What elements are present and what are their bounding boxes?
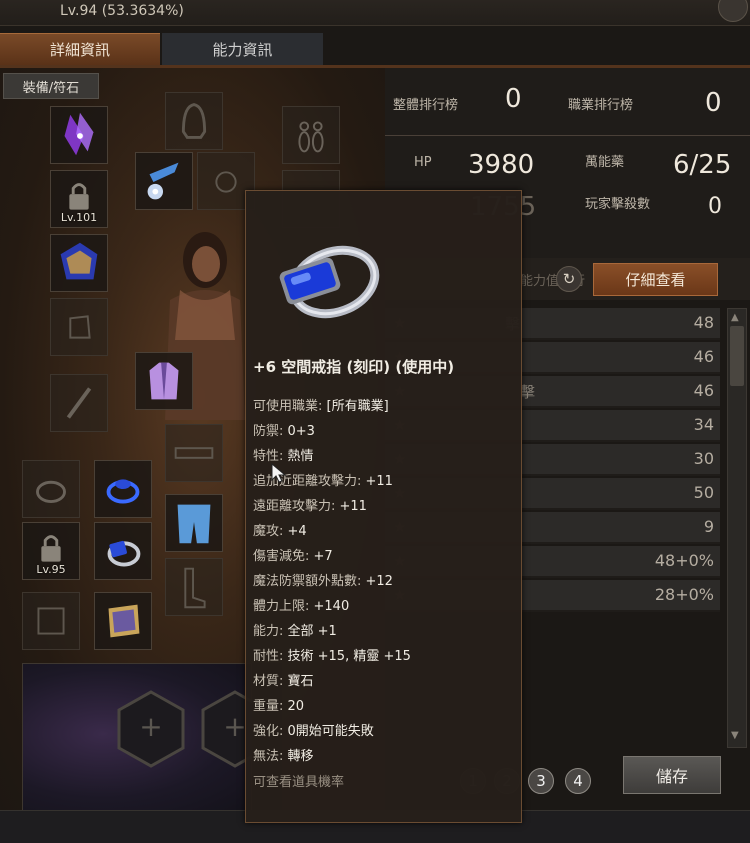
- refresh-icon: ↻: [562, 270, 576, 288]
- tooltip-line: 重量: 20: [253, 699, 305, 714]
- ranking-row-value: 46: [693, 347, 714, 366]
- tooltip-line: 耐性: 技術 +15, 精靈 +15: [253, 649, 411, 664]
- tooltip-line: 可使用職業: [所有職業]: [253, 399, 389, 414]
- tooltip-line: 能力: 全部 +1: [253, 624, 337, 639]
- ring-slot-2[interactable]: [94, 460, 152, 518]
- tooltip-line: 傷害減免: +7: [253, 549, 333, 564]
- earring-slot[interactable]: [50, 106, 108, 164]
- blue-ring-icon: [106, 479, 140, 504]
- equipment-section-label[interactable]: 裝備/符石: [3, 73, 99, 99]
- tooltip-line: 魔攻: +4: [253, 524, 307, 539]
- blue-armor-icon: [60, 242, 98, 280]
- tooltip-line: 材質: 寶石: [253, 674, 314, 689]
- ranking-row-value: 46: [693, 381, 714, 400]
- shirt-slot[interactable]: [135, 352, 193, 410]
- tooltip-line: 防禦: 0+3: [253, 424, 315, 439]
- ranking-row-label: 擊: [520, 383, 536, 401]
- level-text: Lv.94 (53.3634%): [60, 3, 184, 19]
- tooltip-footer: 可查看道具機率: [253, 775, 345, 790]
- pk-value: 0: [708, 194, 722, 219]
- svg-text:+: +: [139, 710, 162, 743]
- elixir-label: 萬能藥: [585, 155, 625, 170]
- earring-slot-2[interactable]: [282, 106, 340, 164]
- gem-sockets: + +: [117, 690, 269, 768]
- belt-slot[interactable]: [165, 424, 223, 482]
- gem-socket-panel: + +: [22, 663, 269, 811]
- glove-slot[interactable]: [50, 298, 108, 356]
- overall-rank-label: 整體排行榜: [393, 98, 459, 113]
- mouse-cursor-icon: [271, 462, 287, 483]
- elixir-value: 6/25: [673, 150, 732, 180]
- dagger-slot[interactable]: [50, 374, 108, 432]
- ranking-row-value: 28+0%: [654, 585, 714, 604]
- pk-label: 玩家擊殺數: [585, 197, 651, 212]
- tooltip-line: 強化: 0開始可能失敗: [253, 724, 374, 739]
- dagger-icon: [66, 387, 92, 419]
- locked-slot-lv101[interactable]: Lv.101: [50, 170, 108, 228]
- tooltip-line: 體力上限: +140: [253, 599, 350, 614]
- tooltip-item-title: +6 空間戒指 (刻印) (使用中): [253, 358, 455, 376]
- glove-icon: [69, 315, 91, 339]
- hp-label: HP: [414, 155, 432, 170]
- rune-slot-1[interactable]: [22, 592, 80, 650]
- armor-slot[interactable]: [50, 234, 108, 292]
- pants-slot[interactable]: [165, 494, 223, 552]
- necklace-icon: [147, 162, 179, 200]
- overall-rank-value: 0: [505, 84, 522, 114]
- helmet-icon: [181, 103, 207, 139]
- class-rank-value: 0: [705, 88, 722, 118]
- earring-outline-icon: [298, 121, 324, 153]
- hp-value: 3980: [468, 150, 535, 180]
- ranking-row-value: 48: [693, 313, 714, 332]
- tooltip-line: 魔法防禦額外點數: +12: [253, 574, 393, 589]
- ranking-row-value: 50: [693, 483, 714, 502]
- ranking-row-value: 9: [703, 517, 714, 536]
- page-3-button[interactable]: 3: [528, 768, 554, 794]
- space-ring-large-icon: [279, 245, 380, 319]
- ranking-row-value: 48+0%: [654, 551, 714, 570]
- slot-level-label: Lv.101: [60, 211, 98, 224]
- svg-text:+: +: [223, 710, 246, 743]
- scroll-up-icon[interactable]: ▲: [731, 312, 739, 323]
- page-4-button[interactable]: 4: [565, 768, 591, 794]
- save-button[interactable]: 儲存: [623, 756, 721, 794]
- boots-icon: [184, 567, 206, 609]
- rune-outline-icon: [37, 607, 65, 635]
- class-rank-label: 職業排行榜: [568, 98, 634, 113]
- tooltip-line: 遠距離攻擊力: +11: [253, 499, 367, 514]
- stats-divider: [385, 135, 750, 136]
- space-ring-icon: [107, 540, 141, 567]
- tab-ability-info[interactable]: 能力資訊: [162, 33, 323, 65]
- blue-pants-icon: [177, 504, 211, 544]
- scroll-thumb[interactable]: [730, 326, 744, 386]
- refresh-button[interactable]: ↻: [556, 266, 582, 292]
- ring-outline-icon: [36, 480, 66, 503]
- helmet-slot[interactable]: [165, 92, 223, 150]
- rune-tablet-icon: [108, 604, 140, 638]
- rune-slot-2[interactable]: [94, 592, 152, 650]
- tooltip-line: 無法: 轉移: [253, 749, 314, 764]
- space-ring-slot[interactable]: [94, 522, 152, 580]
- detail-view-button[interactable]: 仔細查看: [593, 263, 718, 296]
- tab-detail-info[interactable]: 詳細資訊: [0, 33, 160, 65]
- ring-slot-1[interactable]: [22, 460, 80, 518]
- purple-shirt-icon: [149, 362, 179, 400]
- belt-icon: [174, 447, 214, 459]
- ranking-row-value: 34: [693, 415, 714, 434]
- necklace-slot[interactable]: [135, 152, 193, 210]
- boots-slot[interactable]: [165, 558, 223, 616]
- locked-slot-lv95[interactable]: Lv.95: [22, 522, 80, 580]
- ranking-row-value: 30: [693, 449, 714, 468]
- scroll-down-icon[interactable]: ▼: [731, 730, 739, 741]
- purple-earring-icon: [64, 112, 94, 156]
- slot-level-label-2: Lv.95: [36, 563, 66, 576]
